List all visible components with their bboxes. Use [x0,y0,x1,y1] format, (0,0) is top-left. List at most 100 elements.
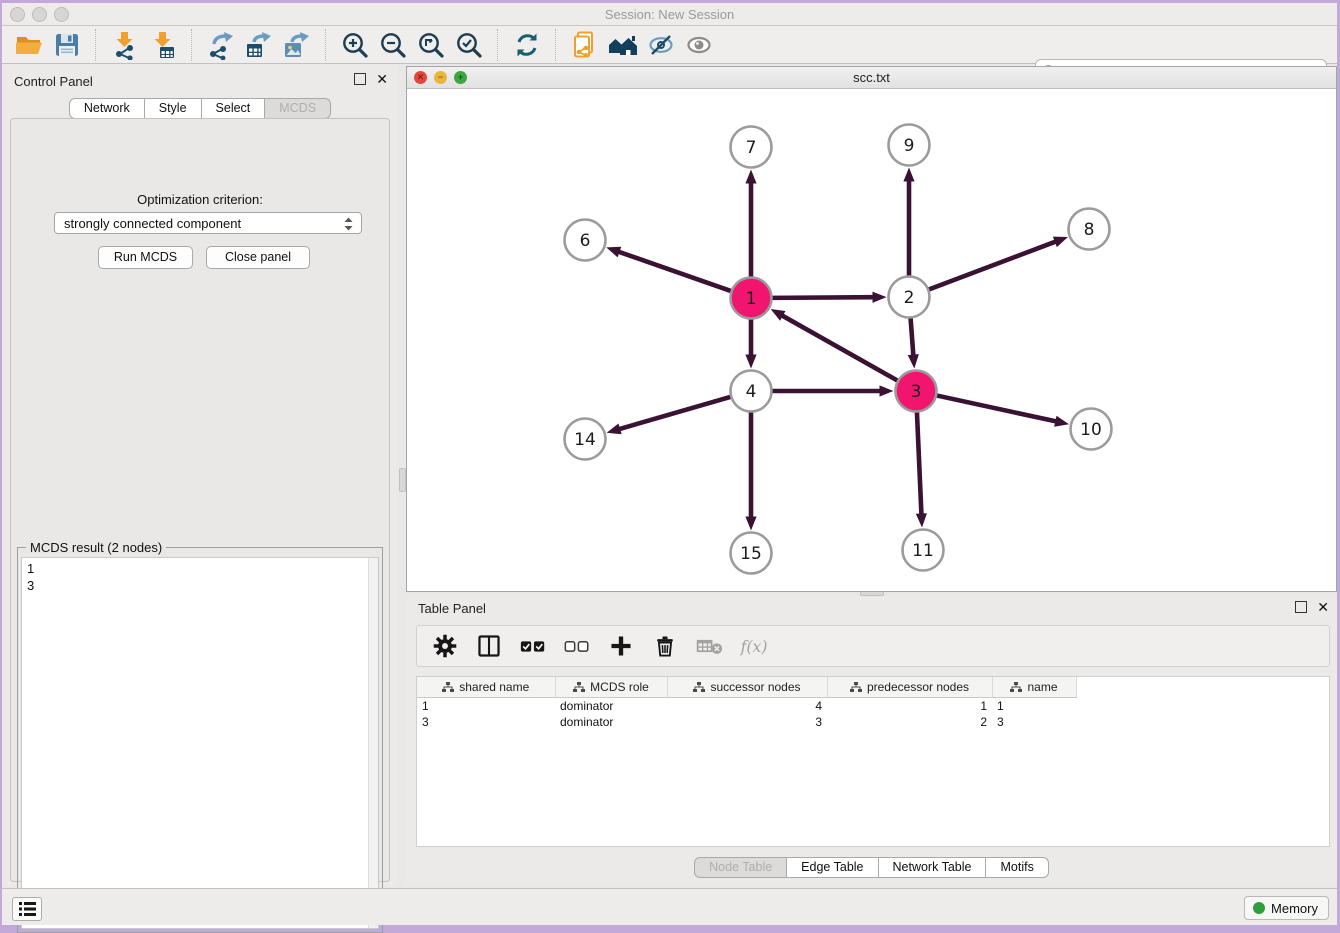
network-canvas[interactable]: 1234678910111415 [407,89,1336,591]
tab-network-table[interactable]: Network Table [879,857,987,878]
optimization-criterion-select[interactable]: strongly connected component [54,212,362,234]
list-icon [19,902,36,916]
table-settings-gear-icon[interactable] [431,632,459,660]
houses-icon[interactable] [604,28,642,62]
table-cell[interactable]: 1 [992,698,1076,715]
graph-edge-3-1[interactable] [781,315,897,381]
close-panel-icon[interactable]: ✕ [376,74,388,84]
show-column-panel-icon[interactable] [475,632,503,660]
select-all-checkboxes-icon[interactable] [519,632,547,660]
function-builder-icon: f(x) [739,632,767,660]
edge-arrowhead [1054,416,1069,427]
mcds-result-area[interactable]: 1 3 [21,557,379,929]
tab-mcds[interactable]: MCDS [265,98,331,119]
open-file-icon[interactable] [10,28,48,62]
column-header[interactable]: name [992,677,1076,698]
control-panel-title: Control Panel [14,74,93,89]
table-header-row[interactable]: shared nameMCDS rolesuccessor nodesprede… [417,677,1076,698]
import-network-icon[interactable] [106,28,144,62]
graph-edge-4-14[interactable] [618,397,730,429]
tab-style[interactable]: Style [145,98,202,119]
memory-button[interactable]: Memory [1244,896,1329,920]
tab-edge-table[interactable]: Edge Table [787,857,878,878]
main-toolbar [2,26,1337,64]
vertical-splitter-handle[interactable] [399,468,406,492]
export-image-icon[interactable] [278,28,316,62]
zoom-selected-icon[interactable] [450,28,488,62]
toolbar-separator [191,29,193,61]
zoom-in-icon[interactable] [336,28,374,62]
table-cell[interactable]: dominator [555,698,667,715]
export-network-icon[interactable] [202,28,240,62]
delete-column-trash-icon[interactable] [651,632,679,660]
add-column-icon[interactable] [607,632,635,660]
table-cell[interactable]: dominator [555,714,667,730]
table-row[interactable]: 3dominator323 [417,714,1076,730]
control-panel-tabs: Network Style Select MCDS [2,98,398,119]
tab-motifs[interactable]: Motifs [986,857,1048,878]
memory-status-dot [1253,902,1265,914]
table-cell[interactable]: 1 [417,698,555,715]
float-table-panel-icon[interactable] [1295,601,1307,613]
mcds-tab-content: Optimization criterion: strongly connect… [10,118,390,882]
edge-arrowhead [607,423,622,434]
mcds-result-groupbox: MCDS result (2 nodes) 1 3 [17,547,383,933]
column-header[interactable]: successor nodes [667,677,827,698]
column-header[interactable]: MCDS role [555,677,667,698]
refresh-view-icon[interactable] [508,28,546,62]
edge-arrowhead [1053,237,1068,247]
column-header[interactable]: predecessor nodes [827,677,992,698]
export-table-icon[interactable] [240,28,278,62]
task-history-button[interactable] [12,897,42,921]
show-all-eye-icon[interactable] [680,28,718,62]
tab-node-table[interactable]: Node Table [694,857,787,878]
graph-edge-2-3[interactable] [911,318,914,356]
network-view-title: scc.txt [407,70,1336,85]
edge-arrowhead [903,168,914,182]
graph-edge-2-8[interactable] [929,241,1057,289]
edge-arrowhead [908,354,919,368]
table-cell[interactable]: 3 [667,714,827,730]
table-cell[interactable]: 3 [992,714,1076,730]
table-row[interactable]: 1dominator411 [417,698,1076,715]
edge-arrowhead [771,309,786,321]
tab-network[interactable]: Network [69,98,145,119]
run-mcds-button[interactable]: Run MCDS [98,246,193,269]
node-label: 15 [740,544,762,564]
optimization-criterion-label: Optimization criterion: [11,192,389,207]
new-network-from-selection-icon[interactable] [566,28,604,62]
hide-selected-icon[interactable] [642,28,680,62]
graph-edge-3-11[interactable] [917,412,922,515]
deselect-all-checkboxes-icon[interactable] [563,632,591,660]
import-table-icon[interactable] [144,28,182,62]
node-label: 9 [904,136,915,156]
mcds-result-title: MCDS result (2 nodes) [26,540,166,555]
mcds-result-text: 1 3 [27,560,34,594]
result-scrollbar[interactable] [368,558,378,928]
table-toolbar: f(x) [416,625,1330,667]
edge-arrowhead [872,292,886,303]
close-table-panel-icon[interactable]: ✕ [1317,602,1329,612]
node-label: 4 [746,382,757,402]
svg-text:f(x): f(x) [740,637,767,656]
node-label: 1 [746,289,757,309]
graph-edge-3-10[interactable] [937,396,1057,422]
save-session-icon[interactable] [48,28,86,62]
table-cell[interactable]: 1 [827,698,992,715]
table-cell[interactable]: 2 [827,714,992,730]
node-table-grid: shared nameMCDS rolesuccessor nodesprede… [417,677,1077,730]
edge-arrowhead [880,385,894,396]
column-header[interactable]: shared name [417,677,555,698]
network-view-window: ✕ − + scc.txt 1234678910111415 [406,66,1337,592]
table-cell[interactable]: 3 [417,714,555,730]
float-panel-icon[interactable] [354,73,366,85]
graph-edge-1-2[interactable] [772,297,874,298]
table-cell[interactable]: 4 [667,698,827,715]
select-value: strongly connected component [64,216,241,231]
zoom-out-icon[interactable] [374,28,412,62]
tab-select[interactable]: Select [202,98,266,119]
close-panel-button[interactable]: Close panel [206,246,310,269]
zoom-fit-icon[interactable] [412,28,450,62]
graph-edge-1-6[interactable] [618,251,731,291]
node-label: 2 [904,288,915,308]
